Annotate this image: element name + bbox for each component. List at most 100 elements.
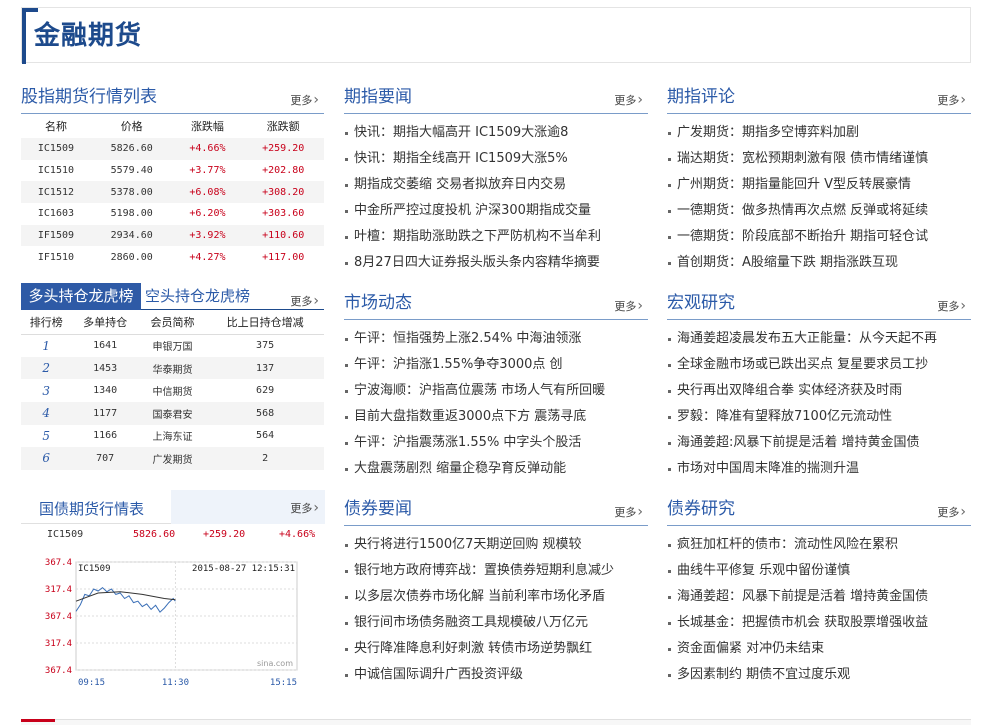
news-item[interactable]: 目前大盘指数重返3000点下方 震荡寻底 — [344, 404, 648, 430]
bond-futures-row[interactable]: IC1509 5826.60 +259.20 +4.66% — [21, 524, 324, 546]
news-item[interactable]: 银行地方政府博弈战：置换债券短期利息减少 — [344, 558, 648, 584]
news-more-link[interactable]: 更多 — [614, 505, 643, 520]
news-section-title[interactable]: 债券要闻 — [344, 498, 412, 520]
news-item[interactable]: 央行将进行1500亿7天期逆回购 规模较 — [344, 532, 648, 558]
ranking-more-link[interactable]: 更多 — [290, 294, 319, 309]
bond-code: IC1509 — [47, 528, 84, 540]
tab-long-positions[interactable]: 多头持仓龙虎榜 — [21, 283, 141, 311]
news-item[interactable]: 央行再出双降组合拳 实体经济获及时雨 — [667, 378, 971, 404]
ranking-cell: 568 — [206, 401, 324, 425]
header-accent-bar — [22, 8, 26, 64]
quotes-row[interactable]: IC1512 5378.00 +6.08% +308.20 — [21, 181, 324, 204]
news-item[interactable]: 8月27日四大证券报头版头条内容精华摘要 — [344, 250, 648, 276]
quotes-col-header: 价格 — [120, 120, 143, 133]
quotes-cell[interactable]: IC1509 — [21, 138, 91, 160]
news-item[interactable]: 宁波海顺：沪指高位震荡 市场人气有所回暖 — [344, 378, 648, 404]
ranking-row[interactable]: 1 1641 申银万国 375 — [21, 334, 324, 357]
quotes-row[interactable]: IC1603 5198.00 +6.20% +303.60 — [21, 203, 324, 225]
news-item[interactable]: 广发期货：期指多空博弈料加剧 — [667, 120, 971, 146]
news-item[interactable]: 快讯：期指大幅高开 IC1509大涨逾8 — [344, 120, 648, 146]
ranking-row[interactable]: 3 1340 中信期货 629 — [21, 379, 324, 402]
news-item[interactable]: 期指成交萎缩 交易者拟放弃日内交易 — [344, 172, 648, 198]
ranking-row[interactable]: 4 1177 国泰君安 568 — [21, 401, 324, 425]
news-section-title[interactable]: 市场动态 — [344, 292, 412, 314]
ranking-cell[interactable]: 中信期货 — [139, 379, 206, 402]
bond-futures-title[interactable]: 国债期货行情表 — [39, 498, 144, 519]
quotes-row[interactable]: IF1510 2860.00 +4.27% +117.00 — [21, 246, 324, 268]
news-item[interactable]: 中金所严控过度投机 沪深300期指成交量 — [344, 198, 648, 224]
ranking-cell[interactable]: 上海东证 — [139, 425, 206, 448]
news-item[interactable]: 午评：沪指震荡涨1.55% 中字头个股活 — [344, 430, 648, 456]
intraday-chart[interactable]: 367.4 317.4 367.4 317.4 367.4 09:15 11:30 15:15… — [21, 552, 324, 688]
news-item[interactable]: 市场对中国周末降准的揣测升温 — [667, 456, 971, 482]
news-more-link[interactable]: 更多 — [937, 299, 966, 314]
quotes-cell: 5826.60 — [90, 138, 173, 160]
bond-futures-more-link[interactable]: 更多 — [290, 501, 319, 516]
news-item[interactable]: 叶檀：期指助涨助跌之下严防机构不当牟利 — [344, 224, 648, 250]
news-item[interactable]: 中诚信国际调升广西投资评级 — [344, 662, 648, 688]
news-item[interactable]: 快讯：期指全线高开 IC1509大涨5% — [344, 146, 648, 172]
news-item[interactable]: 午评：恒指强势上涨2.54% 中海油领涨 — [344, 326, 648, 352]
quotes-cell: +303.60 — [262, 208, 305, 220]
bond-change: +259.20 — [203, 528, 246, 540]
news-item[interactable]: 海通姜超:风暴下前提是活着 增持黄金国债 — [667, 430, 971, 456]
quotes-row[interactable]: IC1509 5826.60 +4.66% +259.20 — [21, 138, 324, 160]
news-item[interactable]: 广州期货：期指量能回升 V型反转展豪情 — [667, 172, 971, 198]
quotes-cell[interactable]: IC1512 — [21, 181, 91, 204]
news-item[interactable]: 大盘震荡剧烈 缩量企稳孕育反弹动能 — [344, 456, 648, 482]
quotes-cell[interactable]: IC1603 — [21, 203, 91, 225]
ranking-row[interactable]: 5 1166 上海东证 564 — [21, 425, 324, 448]
tab-short-positions[interactable]: 空头持仓龙虎榜 — [145, 283, 250, 309]
news-item[interactable]: 疯狂加杠杆的债市：流动性风险在累积 — [667, 532, 971, 558]
news-item[interactable]: 央行降准降息利好刺激 转债市场逆势飘红 — [344, 636, 648, 662]
news-section-title[interactable]: 期指要闻 — [344, 86, 412, 108]
news-item[interactable]: 全球金融市场或已跌出买点 复星要求员工抄 — [667, 352, 971, 378]
news-more-link[interactable]: 更多 — [614, 93, 643, 108]
news-item[interactable]: 多因素制约 期债不宜过度乐观 — [667, 662, 971, 688]
news-item[interactable]: 一德期货：做多热情再次点燃 反弹或将延续 — [667, 198, 971, 224]
quotes-cell[interactable]: IF1509 — [21, 224, 91, 247]
ranking-cell[interactable]: 申银万国 — [139, 334, 206, 357]
ranking-row[interactable]: 6 707 广发期货 2 — [21, 447, 324, 470]
ranking-cell[interactable]: 广发期货 — [138, 447, 207, 470]
news-item[interactable]: 罗毅：降准有望释放7100亿元流动性 — [667, 404, 971, 430]
news-item[interactable]: 海通姜超：风暴下前提是活着 增持黄金国债 — [667, 584, 971, 610]
quotes-cell: +110.60 — [242, 224, 324, 247]
news-list: 午评：恒指强势上涨2.54% 中海油领涨 午评：沪指涨1.55%争夺3000点 创… — [344, 326, 648, 482]
news-item[interactable]: 海通姜超凌晨发布五大正能量：从今天起不再 — [667, 326, 971, 352]
news-item[interactable]: 以多层次债券市场化解 当前利率市场化矛盾 — [344, 584, 648, 610]
news-item[interactable]: 资金面偏紧 对冲仍未结束 — [667, 636, 971, 662]
quotes-cell[interactable]: IF1510 — [21, 246, 91, 268]
quotes-title[interactable]: 股指期货行情列表 — [21, 86, 157, 108]
page-title: 金融期货 — [34, 21, 143, 51]
quotes-cell: +4.66% — [172, 138, 243, 160]
chart-watermark: sina.com — [257, 659, 293, 668]
news-item[interactable]: 曲线牛平修复 乐观中留份谨慎 — [667, 558, 971, 584]
ranking-cell[interactable]: 华泰期货 — [138, 356, 207, 380]
news-item[interactable]: 银行间市场债务融资工具规模破八万亿元 — [344, 610, 648, 636]
ranking-cell: 5 — [42, 428, 51, 443]
news-more-link[interactable]: 更多 — [937, 505, 966, 520]
news-item[interactable]: 首创期货：A股缩量下跌 期指涨跌互现 — [667, 250, 971, 276]
news-more-link[interactable]: 更多 — [937, 93, 966, 108]
ranking-cell: 1340 — [93, 385, 118, 397]
news-item[interactable]: 一德期货：阶段底部不断抬升 期指可轻仓试 — [667, 224, 971, 250]
news-list: 疯狂加杠杆的债市：流动性风险在累积 曲线牛平修复 乐观中留份谨慎 海通姜超：风暴下前… — [667, 532, 971, 688]
quotes-row[interactable]: IC1510 5579.40 +3.77% +202.80 — [21, 160, 324, 182]
quotes-more-link[interactable]: 更多 — [290, 93, 319, 108]
quotes-cell[interactable]: IC1510 — [21, 160, 91, 182]
news-item[interactable]: 瑞达期货：宽松预期刺激有限 债市情绪谨慎 — [667, 146, 971, 172]
ranking-cell: 2 — [21, 356, 72, 380]
quotes-row[interactable]: IF1509 2934.60 +3.92% +110.60 — [21, 224, 324, 247]
news-more-link[interactable]: 更多 — [614, 299, 643, 314]
ranking-cell[interactable]: 国泰君安 — [138, 401, 207, 425]
news-item[interactable]: 长城基金：把握债市机会 获取股票增强收益 — [667, 610, 971, 636]
news-section-title[interactable]: 期指评论 — [667, 86, 735, 108]
news-item[interactable]: 午评：沪指涨1.55%争夺3000点 创 — [344, 352, 648, 378]
quotes-table-body: IC1509 5826.60 +4.66% +259.20 IC1510 5579.40 +… — [21, 138, 324, 268]
news-section-title[interactable]: 债券研究 — [667, 498, 735, 520]
news-section: 债券要闻 更多央行将进行1500亿7天期逆回购 规模较银行地方政府博弈战：置换债券… — [344, 498, 648, 688]
ranking-row[interactable]: 2 1453 华泰期货 137 — [21, 356, 324, 380]
ranking-cell: 1177 — [71, 401, 139, 425]
news-section-title[interactable]: 宏观研究 — [667, 292, 735, 314]
